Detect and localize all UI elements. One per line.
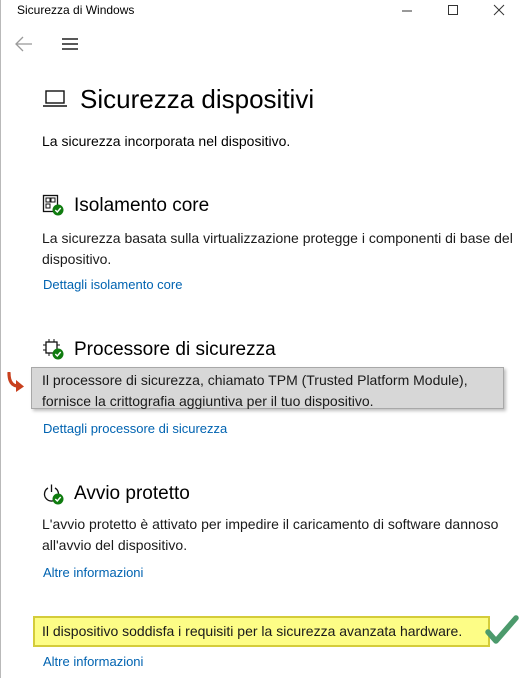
security-processor-title: Processore di sicurezza (74, 339, 276, 360)
security-processor-details-link[interactable]: Dettagli processore di sicurezza (43, 421, 227, 436)
security-processor-icon (43, 339, 64, 360)
secure-boot-title: Avvio protetto (74, 483, 190, 504)
nav-bar (1, 28, 522, 60)
minimize-icon (402, 10, 412, 12)
window-left-border (0, 0, 1, 678)
hamburger-menu-button[interactable] (61, 37, 79, 51)
close-button[interactable] (476, 0, 522, 22)
laptop-icon (43, 90, 67, 107)
title-bar: Sicurezza di Windows (1, 0, 522, 22)
hardware-status-more-info-link[interactable]: Altre informazioni (43, 654, 143, 669)
secure-boot-more-info-link[interactable]: Altre informazioni (43, 565, 143, 580)
core-isolation-details-link[interactable]: Dettagli isolamento core (43, 277, 182, 292)
back-arrow-icon (15, 36, 32, 52)
window-title: Sicurezza di Windows (17, 3, 135, 17)
core-isolation-text: La sicurezza basata sulla virtualizzazio… (42, 230, 513, 267)
green-checkmark-icon (485, 615, 519, 644)
minimize-button[interactable] (384, 0, 430, 22)
maximize-icon (448, 5, 458, 15)
security-processor-text: Il processore di sicurezza, chiamato TPM… (42, 372, 468, 409)
secure-boot-power-icon (43, 484, 64, 505)
core-isolation-title: Isolamento core (74, 195, 210, 216)
hamburger-icon (62, 38, 78, 50)
back-button[interactable] (13, 34, 35, 54)
maximize-button[interactable] (430, 0, 476, 22)
red-curved-arrow-icon (7, 372, 24, 392)
hardware-status-text: Il dispositivo soddisfa i requisiti per … (42, 623, 463, 639)
page-description: La sicurezza incorporata nel dispositivo… (42, 133, 291, 149)
page-title: Sicurezza dispositivi (80, 84, 315, 114)
core-isolation-icon (42, 194, 64, 216)
secure-boot-text: L'avvio protetto è attivato per impedire… (42, 516, 499, 553)
close-icon (493, 4, 505, 16)
